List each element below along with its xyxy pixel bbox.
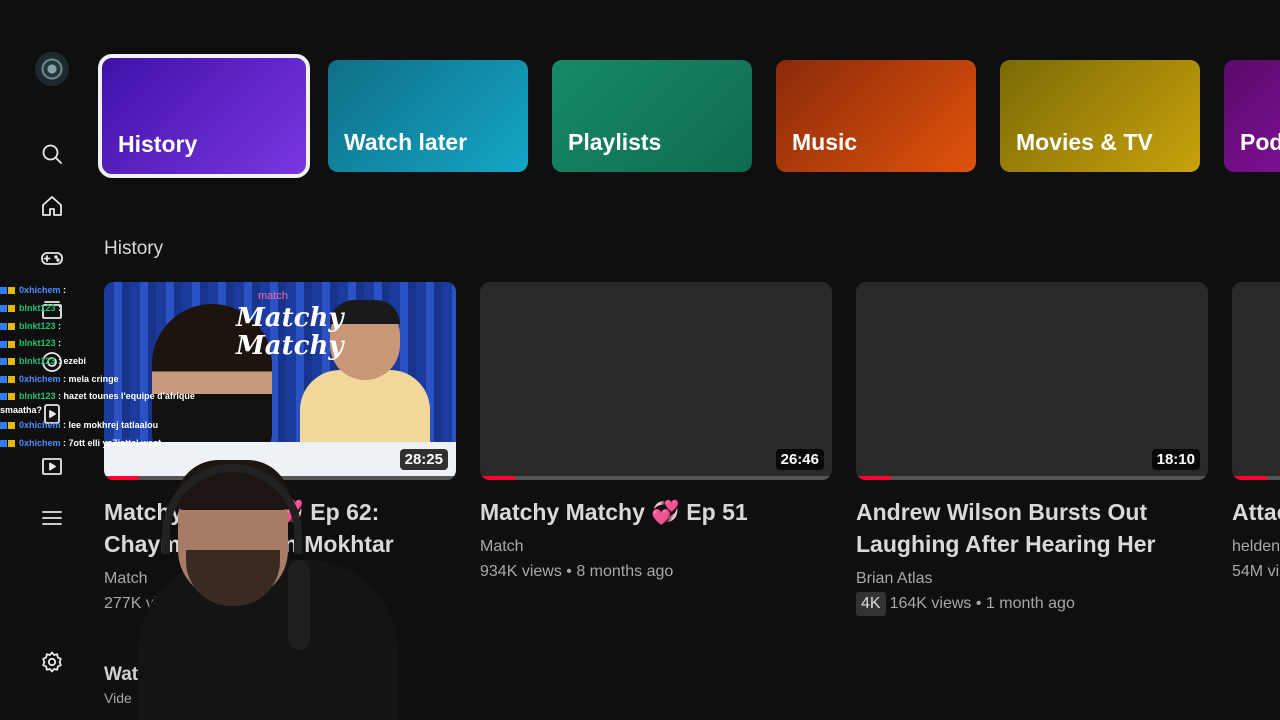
video-stats: 934K views • 8 months ago (480, 563, 674, 580)
next-section-title: Wat (104, 664, 139, 685)
chat-message: 0xhichem : (0, 282, 220, 300)
card-movies-tv[interactable]: Movies & TV (1000, 60, 1200, 172)
card-label: History (118, 131, 198, 157)
video-title: Andrew Wilson Bursts Out Laughing After … (856, 499, 1156, 557)
settings-icon[interactable] (40, 650, 64, 674)
chat-message: 0xhichem : lee mokhrej tatlaalou (0, 417, 220, 435)
video-thumbnail[interactable]: 18:10 (856, 282, 1208, 480)
card-label: Movies & TV (1016, 129, 1153, 155)
watch-progress (1232, 476, 1280, 480)
video-duration: 18:10 (1151, 449, 1200, 470)
watch-progress (856, 476, 1208, 480)
card-label: Podcasts (1240, 129, 1280, 155)
video-thumbnail[interactable] (1232, 282, 1280, 480)
menu-icon[interactable] (40, 506, 64, 530)
chat-message: blnkt123 : (0, 318, 220, 336)
chat-message: blnkt123 : (0, 300, 220, 318)
video-tile[interactable]: 26:46 Matchy Matchy 💞 Ep 51 Match 934K v… (480, 282, 832, 584)
chat-message: blnkt123 : (0, 335, 220, 353)
4k-badge: 4K (856, 592, 886, 616)
chat-message: 0xhichem : mela cringe (0, 371, 220, 389)
card-label: Music (792, 129, 858, 155)
category-cards: History Watch later Playlists Music Movi… (0, 0, 1280, 200)
section-title: History (104, 238, 164, 259)
stream-chat-overlay: 0xhichem : blnkt123 : blnkt123 : blnkt12… (0, 282, 220, 452)
video-duration: 26:46 (775, 449, 824, 470)
channel-name: Match (480, 538, 524, 555)
video-tile[interactable]: Attack Nam helden 54M vi (1232, 282, 1280, 584)
show-logo: Matchy Matchy (236, 303, 344, 361)
gaming-icon[interactable] (40, 246, 64, 270)
watch-progress (480, 476, 832, 480)
video-title: Attack Nam (1232, 499, 1280, 525)
video-thumbnail[interactable]: 26:46 (480, 282, 832, 480)
card-label: Playlists (568, 129, 662, 155)
video-stats: 54M vi (1232, 563, 1280, 580)
channel-name: helden (1232, 538, 1280, 555)
brand-logo: match (258, 290, 288, 302)
card-podcasts[interactable]: Podcasts (1224, 60, 1280, 172)
video-duration: 28:25 (399, 449, 448, 470)
video-title: Matchy Matchy 💞 Ep 51 (480, 499, 748, 525)
library-icon[interactable] (40, 454, 64, 478)
channel-name: Brian Atlas (856, 570, 933, 587)
video-tile[interactable]: 18:10 Andrew Wilson Bursts Out Laughing … (856, 282, 1208, 616)
card-playlists[interactable]: Playlists (552, 60, 752, 172)
chat-message: blnkt123 : ezebi (0, 353, 220, 371)
next-section-subtitle: Vide (104, 690, 132, 706)
card-label: Watch later (344, 129, 468, 155)
chat-message: blnkt123 : hazet tounes l'equipe d'afriq… (0, 390, 195, 415)
card-history[interactable]: History (98, 54, 310, 178)
card-music[interactable]: Music (776, 60, 976, 172)
card-watch-later[interactable]: Watch later (328, 60, 528, 172)
streamer-webcam (138, 450, 398, 720)
video-stats: 4K 164K views • 1 month ago (856, 592, 1208, 616)
